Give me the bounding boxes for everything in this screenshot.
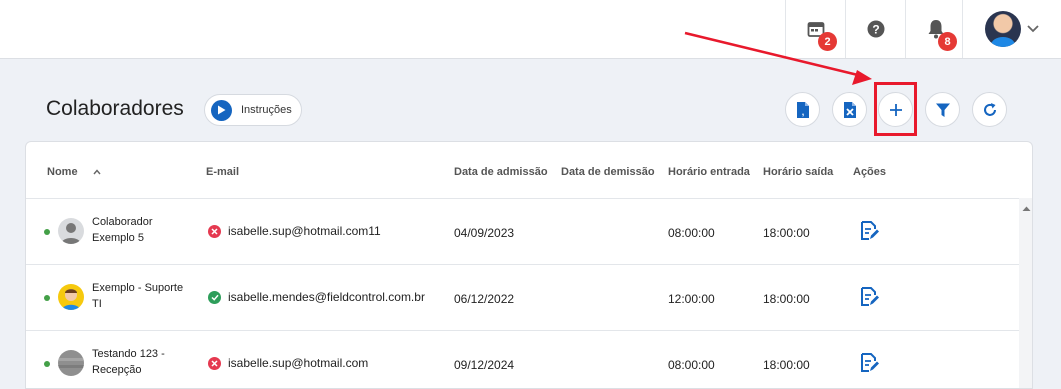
avatar (985, 11, 1021, 47)
email-cell: isabelle.mendes@fieldcontrol.com.br (228, 290, 425, 304)
collaborator-name: Testando 123 - (92, 348, 165, 360)
column-header-dismissal: Data de demissão (561, 166, 655, 178)
exit-time-cell: 18:00:00 (763, 226, 810, 240)
chevron-down-icon (1027, 25, 1039, 33)
divider (26, 198, 1019, 199)
collaborator-name: Colaborador (92, 216, 153, 228)
refresh-icon (983, 102, 996, 116)
filter-icon (935, 103, 950, 117)
admission-cell: 09/12/2024 (454, 358, 515, 372)
email-cell: isabelle.sup@hotmail.com11 (228, 224, 381, 238)
email-invalid-icon (208, 225, 221, 238)
status-dot (44, 229, 50, 235)
calendar-button[interactable]: 2 (785, 0, 845, 58)
notifications-button[interactable]: 8 (905, 0, 965, 58)
edit-document-icon[interactable] (860, 352, 880, 374)
collaborators-table: Nome E-mail Data de admissão Data de dem… (25, 141, 1033, 389)
top-bar: 2 ? 8 (0, 0, 1061, 59)
divider (26, 264, 1019, 265)
export-file-icon: , (796, 101, 809, 118)
entry-time-cell: 08:00:00 (668, 358, 715, 372)
play-icon (211, 99, 232, 121)
divider (26, 330, 1019, 331)
status-dot (44, 295, 50, 301)
exit-time-cell: 18:00:00 (763, 292, 810, 306)
scroll-up-icon[interactable] (1019, 202, 1033, 216)
admission-cell: 04/09/2023 (454, 226, 515, 240)
edit-document-icon[interactable] (860, 286, 880, 308)
user-menu[interactable] (962, 0, 1061, 58)
export-file-button[interactable]: , (785, 92, 820, 127)
avatar (58, 284, 84, 310)
svg-text:,: , (801, 107, 804, 117)
help-button[interactable]: ? (845, 0, 905, 58)
entry-time-cell: 08:00:00 (668, 226, 715, 240)
export-excel-button[interactable] (832, 92, 867, 127)
collaborator-name-line2: Exemplo 5 (92, 232, 144, 244)
avatar (58, 218, 84, 244)
avatar (58, 350, 84, 376)
instructions-label: Instruções (241, 104, 292, 116)
column-header-entry: Horário entrada (668, 166, 750, 178)
filter-button[interactable] (925, 92, 960, 127)
exit-time-cell: 18:00:00 (763, 358, 810, 372)
instructions-button[interactable]: Instruções (204, 94, 302, 126)
email-cell: isabelle.sup@hotmail.com (228, 356, 369, 370)
page-title: Colaboradores (46, 97, 184, 120)
edit-document-icon[interactable] (860, 220, 880, 242)
calendar-badge: 2 (818, 32, 837, 51)
vertical-scrollbar[interactable] (1019, 198, 1033, 388)
column-header-name[interactable]: Nome (47, 166, 101, 178)
column-header-admission: Data de admissão (454, 166, 548, 178)
collaborator-name: Exemplo - Suporte (92, 282, 184, 294)
column-header-exit: Horário saída (763, 166, 834, 178)
refresh-button[interactable] (972, 92, 1007, 127)
column-header-actions: Ações (853, 166, 887, 178)
collaborator-name-line2: Recepção (92, 364, 142, 376)
excel-icon (843, 101, 856, 118)
admission-cell: 06/12/2022 (454, 292, 515, 306)
column-header-email: E-mail (206, 166, 240, 178)
collaborator-name-line2: TI (92, 298, 102, 310)
sort-up-icon (93, 169, 101, 175)
svg-text:?: ? (872, 23, 879, 37)
help-icon: ? (867, 20, 884, 38)
email-invalid-icon (208, 357, 221, 370)
highlight-box (874, 82, 917, 136)
email-valid-icon (208, 291, 221, 304)
notifications-badge: 8 (938, 32, 957, 51)
status-dot (44, 361, 50, 367)
entry-time-cell: 12:00:00 (668, 292, 715, 306)
